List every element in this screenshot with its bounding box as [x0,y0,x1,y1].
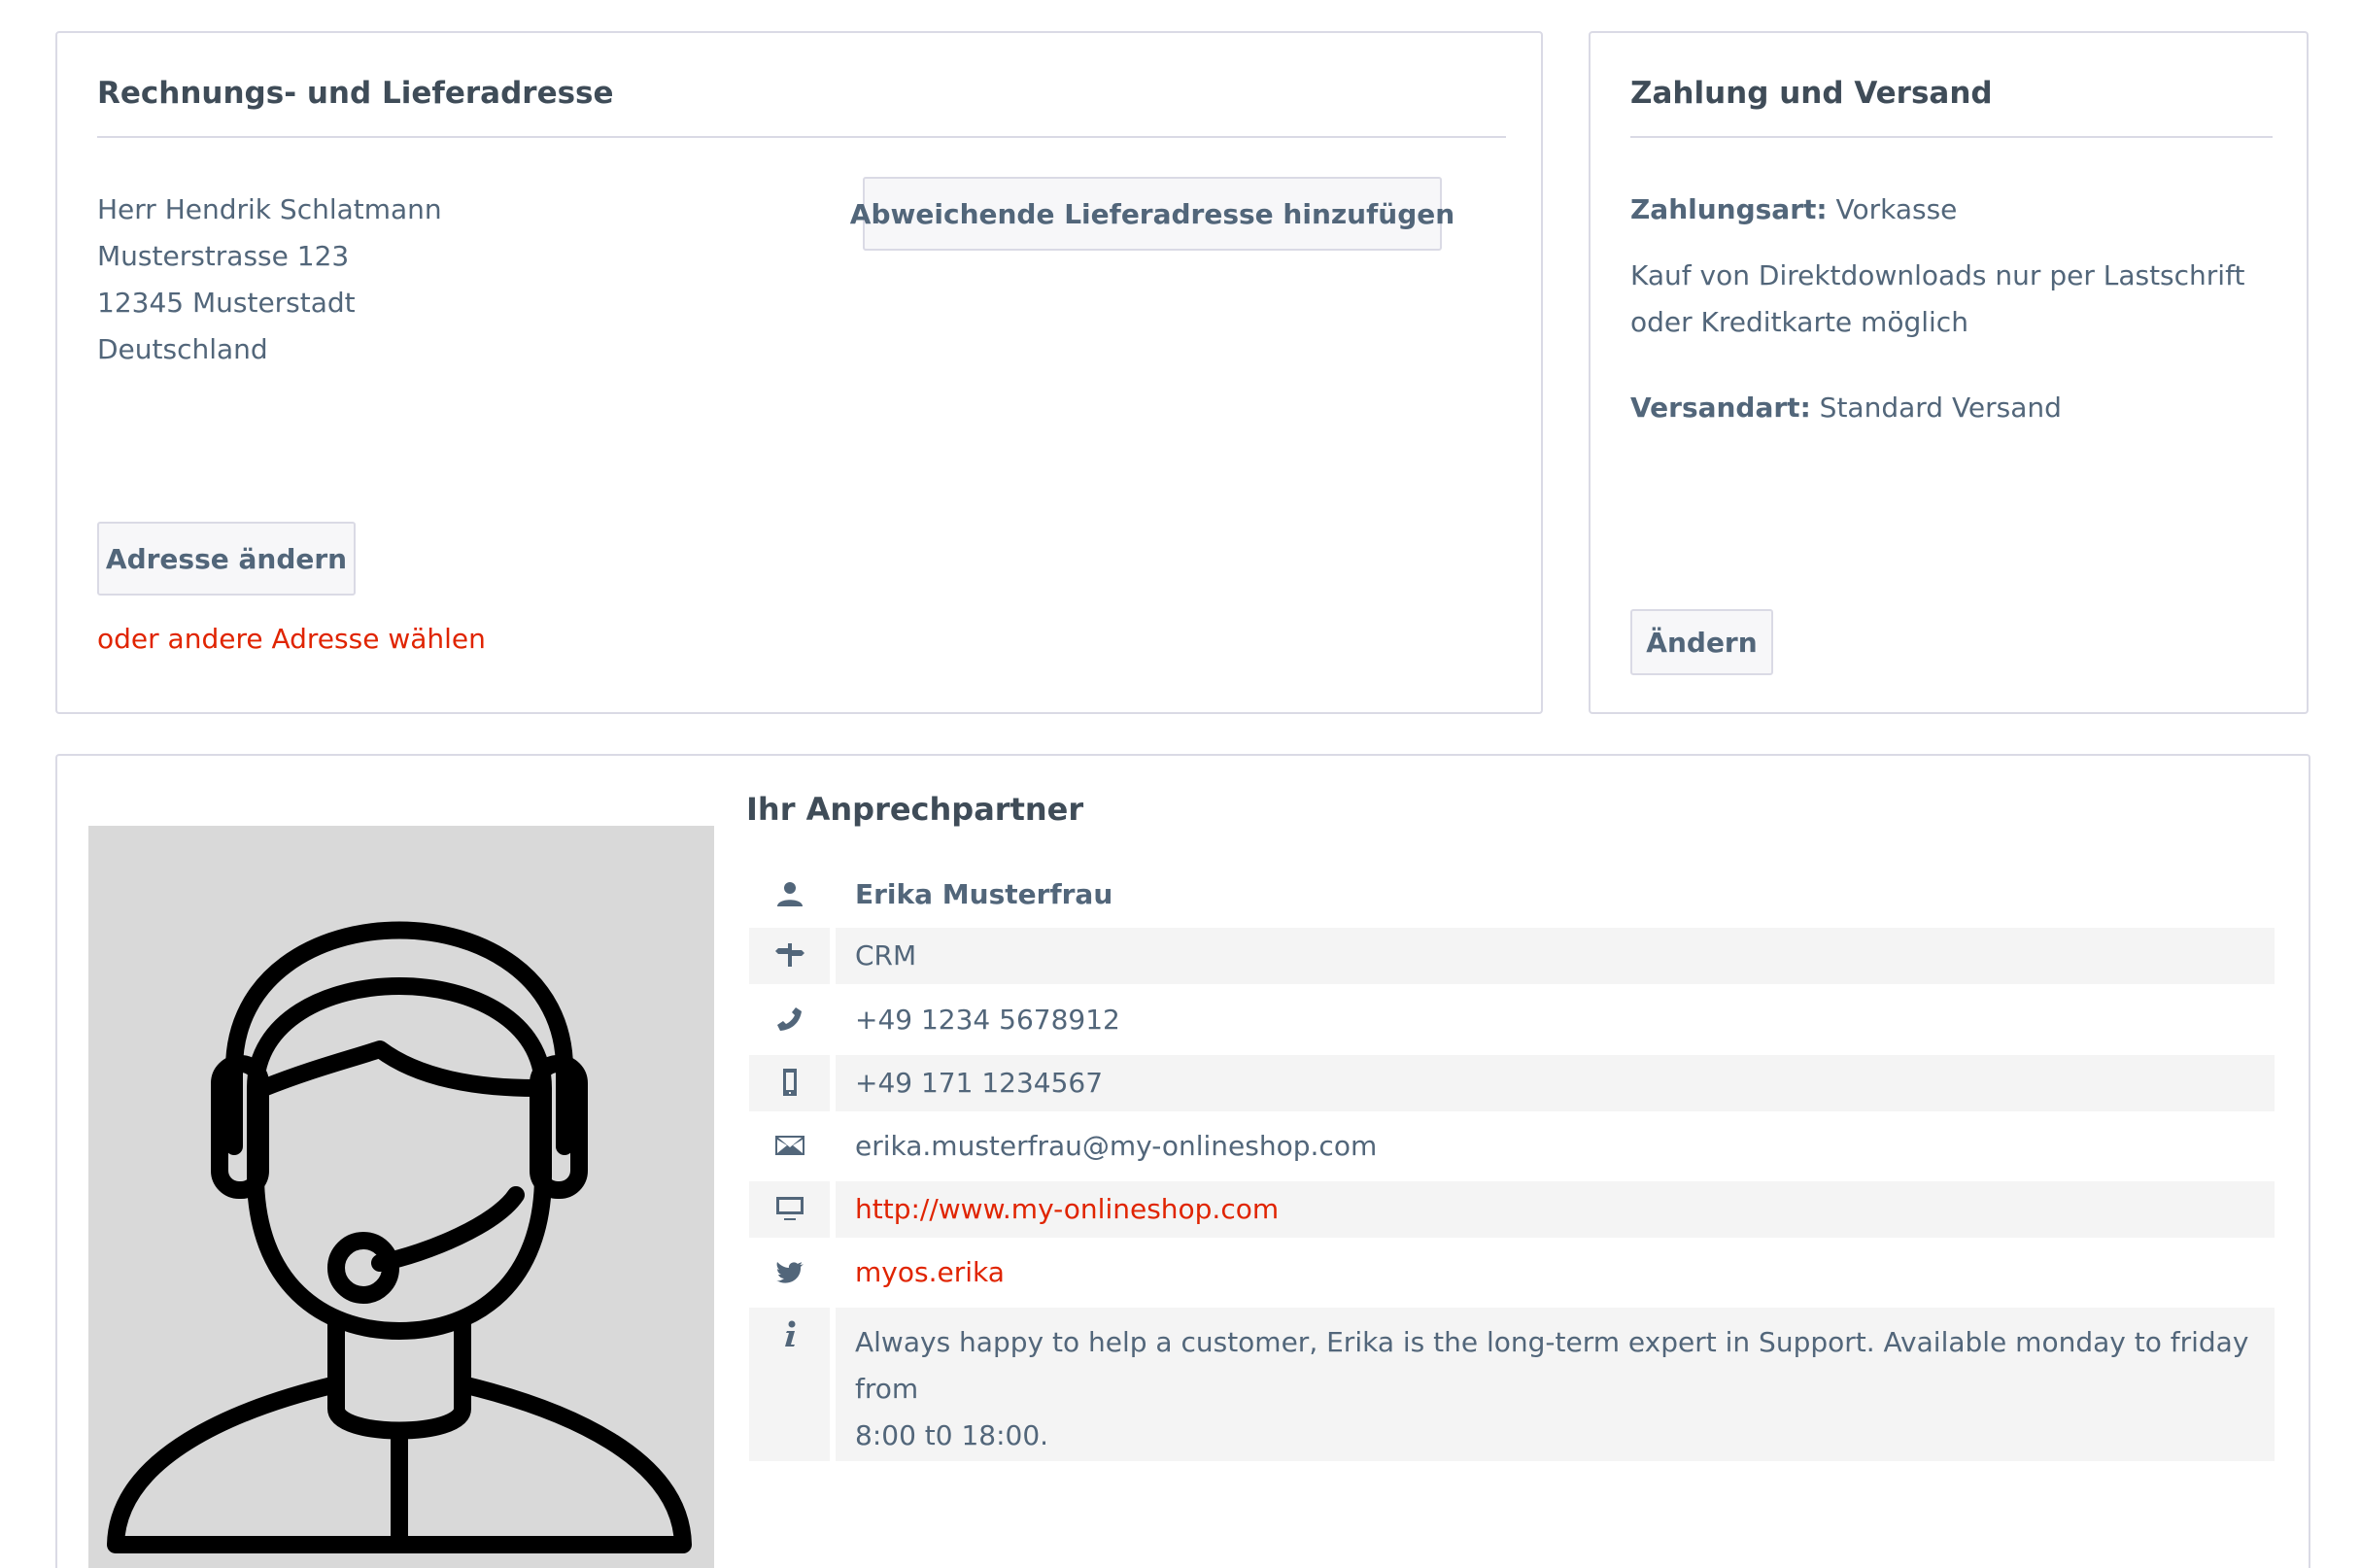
contact-name: Erika Musterfrau [855,878,1113,910]
shipping-method: Versandart: Standard Versand [1630,385,2062,431]
contact-row-twitter: myos.erika [749,1244,2275,1301]
contact-row-phone: +49 1234 5678912 [749,992,2275,1048]
divider [1630,136,2273,138]
choose-other-address-link[interactable]: oder andere Adresse wählen [97,616,486,663]
payment-method-label: Zahlungsart: [1630,193,1828,225]
address-line-country: Deutschland [97,333,268,365]
user-icon [776,882,803,906]
avatar [88,826,714,1568]
contact-row-mobile: +49 171 1234567 [749,1055,2275,1111]
envelope-icon [774,1136,804,1155]
address-line-city: 12345 Musterstadt [97,287,356,319]
info-icon [784,1320,795,1346]
add-shipping-address-button[interactable]: Abweichende Lieferadresse hinzufügen [850,177,1454,251]
twitter-icon [775,1262,804,1283]
contact-department: CRM [836,928,2275,984]
payment-method: Zahlungsart: Vorkasse [1630,187,1957,233]
signpost-icon [774,943,804,967]
contact-email[interactable]: erika.musterfrau@my-onlineshop.com [836,1118,2275,1175]
payment-note-line2: oder Kreditkarte möglich [1630,306,1968,338]
shipping-method-label: Versandart: [1630,392,1811,424]
phone-icon [776,1007,802,1031]
address-line-name: Herr Hendrik Schlatmann [97,193,442,225]
change-payment-button[interactable]: Ändern [1630,609,1773,675]
contact-person-panel: Ihr Anprechpartner Erika Musterfrau CRM … [55,754,2310,1568]
billing-address-panel: Rechnungs- und Lieferadresse Herr Hendri… [55,31,1543,714]
change-address-button[interactable]: Adresse ändern [97,522,356,596]
billing-panel-title: Rechnungs- und Lieferadresse [97,76,614,111]
contact-mobile: +49 171 1234567 [836,1055,2275,1111]
support-agent-icon [107,921,692,1553]
divider [97,136,1506,138]
contact-row-department: CRM [749,928,2275,984]
contact-twitter-link[interactable]: myos.erika [836,1244,2275,1301]
payment-shipping-panel: Zahlung und Versand Zahlungsart: Vorkass… [1589,31,2309,714]
payment-method-value: Vorkasse [1835,193,1958,225]
contact-phone: +49 1234 5678912 [855,1004,1120,1036]
contact-website-link[interactable]: http://www.my-onlineshop.com [836,1181,2275,1238]
contact-row-email: erika.musterfrau@my-onlineshop.com [749,1118,2275,1175]
contact-info: Always happy to help a customer, Erika i… [836,1308,2275,1461]
desktop-icon [775,1197,804,1220]
shipping-method-value: Standard Versand [1819,392,2062,424]
contact-info-line1: Always happy to help a customer, Erika i… [855,1326,2249,1405]
contact-row-info: Always happy to help a customer, Erika i… [749,1308,2275,1461]
payment-note-line1: Kauf von Direktdownloads nur per Lastsch… [1630,259,2245,291]
contact-row-website: http://www.my-onlineshop.com [749,1181,2275,1238]
contact-row-name: Erika Musterfrau [749,867,2275,923]
address-line-street: Musterstrasse 123 [97,240,350,272]
payment-panel-title: Zahlung und Versand [1630,76,1993,111]
contact-info-line2: 8:00 t0 18:00. [855,1419,1049,1451]
mobile-icon [782,1069,797,1096]
contact-heading: Ihr Anprechpartner [746,791,1084,828]
